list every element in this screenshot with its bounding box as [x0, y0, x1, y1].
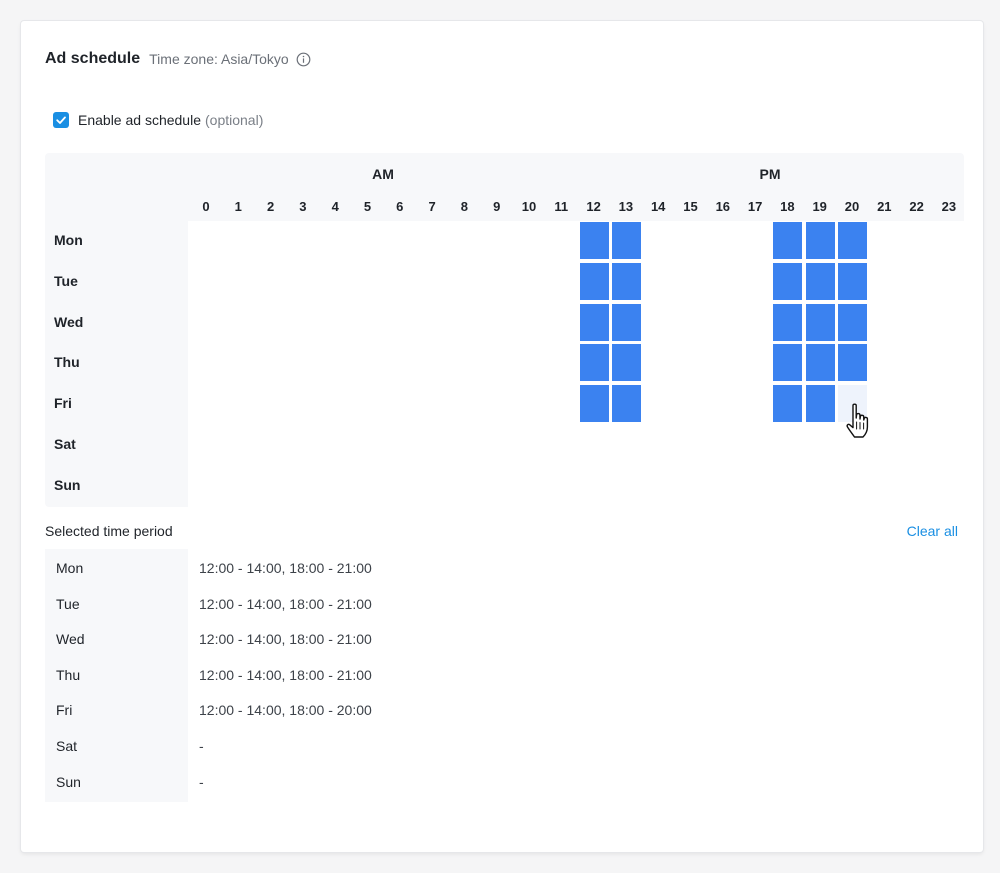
selected-period-value: 12:00 - 14:00, 18:00 - 21:00 [199, 560, 372, 576]
hour-label: 10 [521, 199, 537, 214]
schedule-cell-selected[interactable] [579, 344, 609, 382]
schedule-cell-selected[interactable] [611, 303, 641, 341]
selected-period-value: - [199, 738, 204, 754]
hour-label: 7 [428, 199, 436, 214]
hour-label: 20 [844, 199, 860, 214]
schedule-cell-selected[interactable] [773, 262, 803, 300]
day-label-fri: Fri [54, 395, 72, 412]
timezone-label: Time zone: Asia/Tokyo [149, 51, 289, 67]
selected-period-value: 12:00 - 14:00, 18:00 - 21:00 [199, 631, 372, 648]
am-label: AM [372, 166, 394, 182]
selected-day-sun: Sun [56, 773, 81, 790]
schedule-cell-selected[interactable] [805, 303, 835, 341]
selected-day-tue: Tue [56, 595, 80, 612]
schedule-cell-selected[interactable] [838, 303, 867, 341]
selected-day-wed: Wed [56, 631, 85, 648]
schedule-cell-selected[interactable] [805, 222, 835, 259]
hour-label: 23 [941, 199, 957, 214]
schedule-cell-selected[interactable] [773, 344, 803, 382]
hour-label: 0 [202, 199, 210, 214]
hour-label: 19 [812, 199, 827, 214]
schedule-cell-selected[interactable] [773, 303, 803, 341]
schedule-cell-selected[interactable] [611, 344, 641, 382]
schedule-cell-selected[interactable] [805, 385, 835, 423]
selected-day-fri: Fri [56, 702, 73, 719]
day-label-thu: Thu [54, 354, 80, 371]
info-circle-icon[interactable] [296, 52, 311, 67]
hour-label: 21 [877, 199, 892, 214]
day-label-sat: Sat [54, 436, 76, 452]
hour-label: 9 [493, 199, 501, 214]
card-title: Ad schedule [45, 50, 141, 67]
schedule-cell-selected[interactable] [611, 262, 641, 300]
schedule-cell-selected[interactable] [611, 385, 641, 423]
enable-ad-schedule-checkbox[interactable]: Enable ad schedule (optional) [53, 110, 263, 130]
hour-label: 17 [747, 199, 763, 214]
selected-period-value: 12:00 - 14:00, 18:00 - 21:00 [199, 666, 372, 683]
schedule-grid: AM PM 0 1 2 3 4 5 6 7 8 9 10 11 12 13 14 15 16 17 18 19 20 21… [45, 153, 964, 507]
selected-period-title: Selected time period [45, 523, 173, 539]
day-label-tue: Tue [54, 272, 78, 289]
hour-label: 2 [266, 199, 275, 214]
hour-label: 13 [618, 199, 634, 214]
schedule-cell-selected[interactable] [579, 222, 609, 259]
selected-day-sat: Sat [56, 738, 78, 754]
ad-schedule-card: Ad schedule Time zone: Asia/Tokyo Enable… [21, 21, 983, 852]
schedule-cell-selected[interactable] [838, 344, 867, 382]
selected-period-value: 12:00 - 14:00, 18:00 - 20:00 [199, 702, 372, 719]
schedule-cell-selected[interactable] [773, 385, 803, 423]
optional-hint: (optional) [205, 112, 264, 128]
card-header: Ad schedule Time zone: Asia/Tokyo [45, 48, 311, 70]
selected-day-mon: Mon [56, 560, 84, 576]
selected-period-table: Mon 12:00 - 14:00, 18:00 - 21:00 Tue 12:00 … [45, 549, 964, 802]
schedule-cell-selected[interactable] [579, 262, 609, 300]
hour-label: 6 [396, 199, 404, 214]
clear-all-link[interactable]: Clear all [907, 523, 958, 539]
hour-label: 11 [554, 199, 569, 214]
hour-label: 1 [234, 199, 242, 214]
day-label-mon: Mon [54, 232, 83, 248]
hour-label: 15 [683, 199, 698, 214]
hour-label: 3 [299, 199, 307, 214]
schedule-cell-selected[interactable] [805, 262, 835, 300]
checkbox-checked-icon[interactable] [53, 112, 69, 128]
hour-label: 18 [780, 199, 795, 214]
schedule-cell-selected[interactable] [838, 222, 867, 259]
hour-label: 5 [363, 199, 372, 214]
hour-label: 8 [460, 199, 468, 214]
hand-pointer-icon [844, 402, 874, 447]
schedule-cell-selected[interactable] [579, 385, 609, 423]
hour-label: 12 [586, 199, 601, 214]
pm-label: PM [759, 166, 781, 182]
selected-period-value: 12:00 - 14:00, 18:00 - 21:00 [199, 595, 372, 612]
schedule-cell-selected[interactable] [838, 262, 867, 300]
hour-label: 22 [909, 199, 924, 214]
schedule-cell-selected[interactable] [579, 303, 609, 341]
hour-label: 4 [331, 199, 339, 214]
day-label-sun: Sun [54, 476, 81, 493]
day-label-wed: Wed [54, 313, 84, 330]
selected-period-value: - [199, 773, 204, 790]
schedule-cell-selected[interactable] [773, 222, 803, 259]
hour-label: 16 [715, 199, 731, 214]
enable-label: Enable ad schedule (optional) [78, 112, 264, 128]
hour-label: 14 [650, 199, 666, 214]
schedule-cell-selected[interactable] [611, 222, 641, 259]
selected-day-thu: Thu [56, 666, 81, 683]
schedule-cell-selected[interactable] [805, 344, 835, 382]
